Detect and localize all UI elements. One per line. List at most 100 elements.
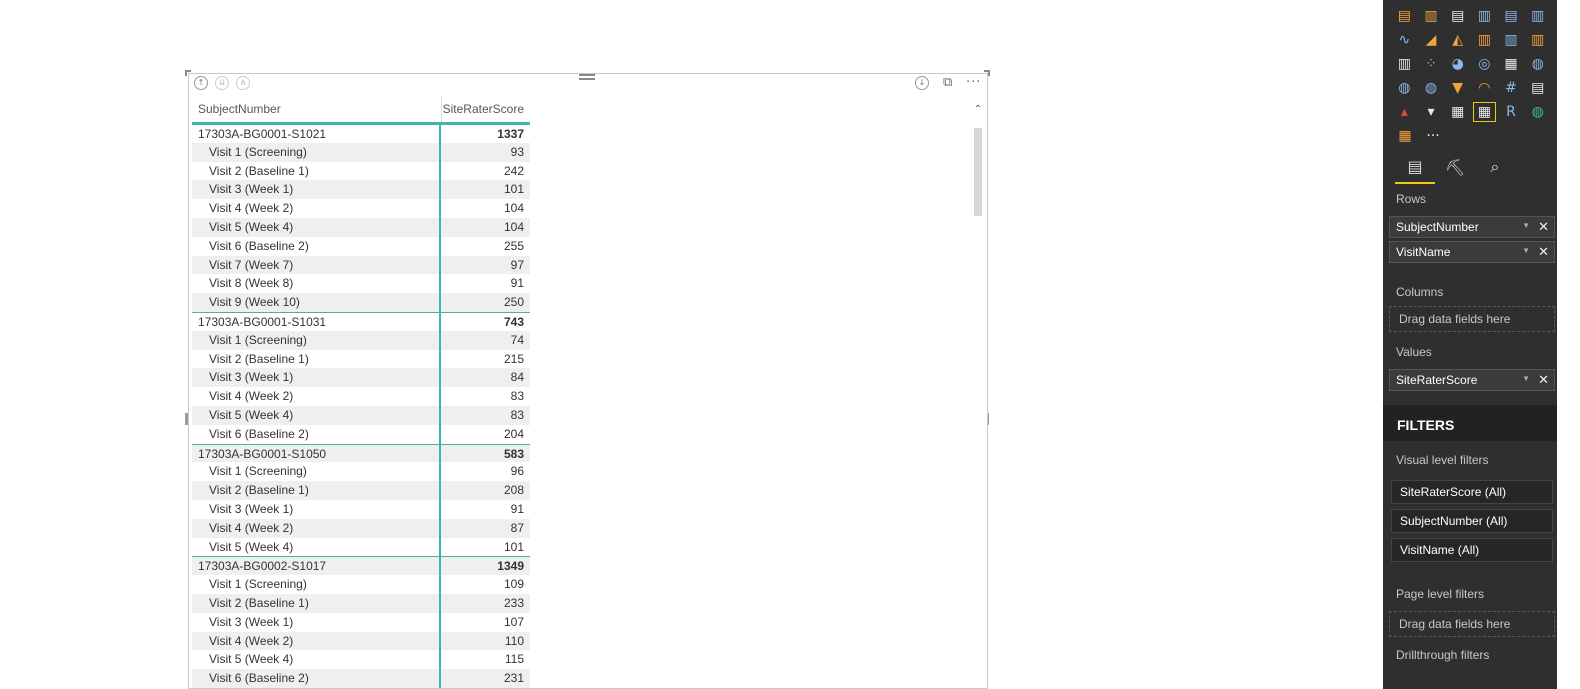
- filter-card-siteraterscore[interactable]: SiteRaterScore (All): [1391, 480, 1553, 504]
- values-field-siteraterscore[interactable]: SiteRaterScore ▼ ✕: [1389, 369, 1555, 391]
- visit-row[interactable]: Visit 1 (Screening) 96: [192, 462, 530, 482]
- matrix-visual[interactable]: ↑ ⇊ ⋔ ↓ ⧉ ··· SubjectNumber SiteRaterSco…: [188, 73, 988, 689]
- clustered-bar-icon[interactable]: ▤: [1444, 4, 1471, 28]
- analytics-magnifier-icon[interactable]: ⌕: [1475, 150, 1515, 184]
- line-stacked-column-icon[interactable]: ▥: [1498, 28, 1525, 52]
- site-rater-score-cell: 743: [503, 314, 524, 329]
- chevron-down-icon[interactable]: ▼: [1522, 246, 1530, 255]
- arcgis-map-icon[interactable]: ◍: [1524, 100, 1551, 124]
- ribbon-chart-icon[interactable]: ▥: [1524, 28, 1551, 52]
- matrix-scrollbar[interactable]: ⌃: [972, 104, 984, 688]
- expand-all-icon[interactable]: ⋔: [236, 76, 250, 90]
- subject-row[interactable]: 17303A-BG0001-S1050 583: [192, 443, 530, 463]
- visit-row[interactable]: Visit 2 (Baseline 1) 233: [192, 593, 530, 613]
- stacked-area-icon[interactable]: ◭: [1444, 28, 1471, 52]
- card-icon[interactable]: #: [1498, 76, 1525, 100]
- subject-row[interactable]: 17303A-BG0002-S1017 1349: [192, 556, 530, 576]
- format-paint-roller-icon[interactable]: ⛏: [1435, 150, 1475, 184]
- visit-row[interactable]: Visit 7 (Week 7) 97: [192, 255, 530, 275]
- r-visual-icon[interactable]: R: [1498, 100, 1525, 124]
- pie-chart-icon[interactable]: ◕: [1444, 52, 1471, 76]
- remove-field-icon[interactable]: ✕: [1538, 219, 1549, 235]
- funnel-icon[interactable]: ▼: [1444, 76, 1471, 100]
- visit-row[interactable]: Visit 5 (Week 4) 101: [192, 537, 530, 557]
- visit-name-cell: Visit 2 (Baseline 1): [192, 161, 441, 181]
- focus-mode-icon[interactable]: ⧉: [943, 75, 952, 91]
- drill-mode-icon[interactable]: ↓: [915, 76, 929, 90]
- stacked-bar-icon[interactable]: ▤: [1391, 4, 1418, 28]
- map-icon[interactable]: ◍: [1524, 52, 1551, 76]
- filled-map-icon[interactable]: ◍: [1391, 76, 1418, 100]
- scroll-up-icon[interactable]: ⌃: [972, 104, 984, 116]
- drag-grip-icon[interactable]: [579, 74, 595, 84]
- visit-row[interactable]: Visit 5 (Week 4) 115: [192, 650, 530, 670]
- visit-row[interactable]: Visit 1 (Screening) 109: [192, 575, 530, 594]
- filter-card-subjectnumber[interactable]: SubjectNumber (All): [1391, 509, 1553, 533]
- more-options-icon[interactable]: ···: [966, 75, 981, 91]
- gauge-icon[interactable]: ◠: [1471, 76, 1498, 100]
- page-filters-drop-zone[interactable]: Drag data fields here: [1389, 611, 1555, 637]
- column-header-subjectnumber[interactable]: SubjectNumber: [192, 96, 441, 122]
- treemap-icon[interactable]: ▦: [1498, 52, 1525, 76]
- site-rater-score-cell: 107: [503, 614, 524, 629]
- visit-row[interactable]: Visit 2 (Baseline 1) 215: [192, 349, 530, 369]
- custom-visual-icon[interactable]: ▦: [1391, 124, 1419, 148]
- table-icon[interactable]: ▦: [1444, 100, 1471, 124]
- 100-stacked-bar-icon[interactable]: ▤: [1498, 4, 1525, 28]
- visit-row[interactable]: Visit 3 (Week 1) 107: [192, 612, 530, 632]
- drill-up-icon[interactable]: ↑: [194, 76, 208, 90]
- visit-row[interactable]: Visit 3 (Week 1) 91: [192, 499, 530, 519]
- line-clustered-column-icon[interactable]: ▥: [1471, 28, 1498, 52]
- site-rater-score-cell: 96: [510, 464, 524, 479]
- site-rater-score-cell: 110: [504, 633, 524, 648]
- visit-row[interactable]: Visit 1 (Screening) 74: [192, 330, 530, 350]
- chevron-down-icon[interactable]: ▼: [1522, 221, 1530, 230]
- area-chart-icon[interactable]: ◢: [1418, 28, 1445, 52]
- values-label: Values: [1396, 345, 1432, 359]
- remove-field-icon[interactable]: ✕: [1538, 372, 1549, 388]
- visit-row[interactable]: Visit 5 (Week 4) 104: [192, 217, 530, 237]
- scrollbar-thumb[interactable]: [974, 128, 982, 216]
- matrix-icon[interactable]: ▦: [1471, 100, 1498, 124]
- visit-row[interactable]: Visit 9 (Week 10) 250: [192, 293, 530, 312]
- shape-map-icon[interactable]: ◍: [1418, 76, 1445, 100]
- visit-row[interactable]: Visit 4 (Week 2) 87: [192, 518, 530, 538]
- kpi-icon[interactable]: ▴: [1391, 100, 1418, 124]
- subject-row[interactable]: 17303A-BG0001-S1021 1337: [192, 124, 530, 143]
- rows-field-subjectnumber[interactable]: SubjectNumber ▼ ✕: [1389, 216, 1555, 238]
- scatter-icon[interactable]: ⁘: [1418, 52, 1445, 76]
- visit-row[interactable]: Visit 4 (Week 2) 83: [192, 387, 530, 406]
- stacked-column-icon[interactable]: ▥: [1418, 4, 1445, 28]
- visit-row[interactable]: Visit 4 (Week 2) 110: [192, 631, 530, 651]
- visit-row[interactable]: Visit 6 (Baseline 2) 255: [192, 236, 530, 256]
- visit-row[interactable]: Visit 1 (Screening) 93: [192, 142, 530, 162]
- columns-drop-zone[interactable]: Drag data fields here: [1389, 306, 1555, 332]
- clustered-column-icon[interactable]: ▥: [1471, 4, 1498, 28]
- chevron-down-icon[interactable]: ▼: [1522, 374, 1530, 383]
- donut-chart-icon[interactable]: ◎: [1471, 52, 1498, 76]
- subject-row[interactable]: 17303A-BG0001-S1031 743: [192, 311, 530, 331]
- visit-row[interactable]: Visit 2 (Baseline 1) 208: [192, 481, 530, 500]
- waterfall-icon[interactable]: ▥: [1391, 52, 1418, 76]
- filter-card-visitname[interactable]: VisitName (All): [1391, 538, 1553, 562]
- visit-row[interactable]: Visit 3 (Week 1) 101: [192, 180, 530, 200]
- visit-row[interactable]: Visit 3 (Week 1) 84: [192, 368, 530, 388]
- visit-row[interactable]: Visit 2 (Baseline 1) 242: [192, 161, 530, 181]
- slicer-icon[interactable]: ▾: [1418, 100, 1445, 124]
- line-chart-icon[interactable]: ∿: [1391, 28, 1418, 52]
- multi-row-card-icon[interactable]: ▤: [1524, 76, 1551, 100]
- visit-row[interactable]: Visit 4 (Week 2) 104: [192, 199, 530, 218]
- site-rater-score-cell: 93: [510, 144, 524, 159]
- visit-row[interactable]: Visit 5 (Week 4) 83: [192, 405, 530, 425]
- column-header-siteraterscore[interactable]: SiteRaterScore: [441, 96, 530, 122]
- more-visuals-icon[interactable]: ···: [1419, 124, 1447, 148]
- visit-row[interactable]: Visit 8 (Week 8) 91: [192, 274, 530, 294]
- site-rater-score-cell: 84: [510, 370, 524, 385]
- visit-row[interactable]: Visit 6 (Baseline 2) 231: [192, 669, 530, 688]
- next-level-icon[interactable]: ⇊: [215, 76, 229, 90]
- remove-field-icon[interactable]: ✕: [1538, 244, 1549, 260]
- fields-icon[interactable]: ▤: [1395, 150, 1435, 184]
- visit-row[interactable]: Visit 6 (Baseline 2) 204: [192, 424, 530, 444]
- rows-field-visitname[interactable]: VisitName ▼ ✕: [1389, 241, 1555, 263]
- 100-stacked-column-icon[interactable]: ▥: [1524, 4, 1551, 28]
